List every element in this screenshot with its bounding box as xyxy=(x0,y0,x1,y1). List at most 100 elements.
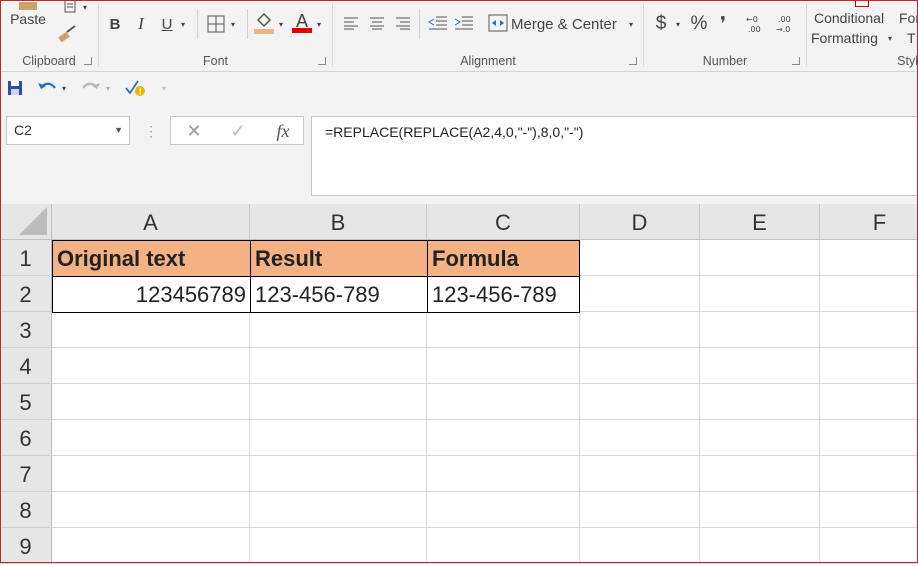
row-header-6[interactable]: 6 xyxy=(0,420,52,456)
decrease-indent-icon[interactable] xyxy=(427,13,449,33)
column-header-b[interactable]: B xyxy=(250,204,427,240)
customize-qat-icon[interactable]: ▾ xyxy=(158,78,170,98)
empty-cell[interactable] xyxy=(427,492,580,528)
empty-cell[interactable] xyxy=(250,492,427,528)
currency-button[interactable]: $ xyxy=(652,11,670,37)
cell-c2[interactable]: 123-456-789 xyxy=(427,276,580,313)
empty-cell[interactable] xyxy=(580,240,700,276)
italic-button[interactable]: I xyxy=(131,12,151,36)
empty-cell[interactable] xyxy=(700,492,820,528)
cell-a2[interactable]: 123456789 xyxy=(52,276,251,313)
empty-cell[interactable] xyxy=(700,240,820,276)
empty-cell[interactable] xyxy=(580,384,700,420)
align-center-icon[interactable] xyxy=(367,13,387,33)
empty-cell[interactable] xyxy=(700,420,820,456)
column-header-e[interactable]: E xyxy=(700,204,820,240)
underline-dropdown-icon[interactable]: ▾ xyxy=(177,12,189,36)
alignment-launcher-icon[interactable] xyxy=(629,57,637,65)
row-header-1[interactable]: 1 xyxy=(0,240,52,276)
empty-cell[interactable] xyxy=(52,528,250,564)
empty-cell[interactable] xyxy=(700,456,820,492)
align-left-icon[interactable] xyxy=(341,13,361,33)
empty-cell[interactable] xyxy=(580,420,700,456)
empty-cell[interactable] xyxy=(580,276,700,312)
conditional-formatting-icon[interactable] xyxy=(855,0,869,7)
empty-cell[interactable] xyxy=(52,312,250,348)
cell-a1[interactable]: Original text xyxy=(52,240,251,277)
cell-b1[interactable]: Result xyxy=(250,240,428,277)
column-header-f[interactable]: F xyxy=(820,204,918,240)
clipboard-launcher-icon[interactable] xyxy=(84,57,92,65)
format-as-table-line1[interactable]: For xyxy=(899,8,918,28)
borders-dropdown-icon[interactable]: ▾ xyxy=(227,12,239,36)
number-launcher-icon[interactable] xyxy=(792,57,800,65)
empty-cell[interactable] xyxy=(820,492,918,528)
font-color-dropdown-icon[interactable]: ▾ xyxy=(313,12,325,36)
insert-function-button[interactable]: fx xyxy=(271,119,295,143)
empty-cell[interactable] xyxy=(427,384,580,420)
empty-cell[interactable] xyxy=(52,348,250,384)
fill-color-dropdown-icon[interactable]: ▾ xyxy=(275,12,287,36)
empty-cell[interactable] xyxy=(427,348,580,384)
empty-cell[interactable] xyxy=(700,528,820,564)
row-header-5[interactable]: 5 xyxy=(0,384,52,420)
borders-icon[interactable] xyxy=(205,13,227,35)
formula-input[interactable]: =REPLACE(REPLACE(A2,4,0,"-"),8,0,"-") xyxy=(311,116,918,196)
empty-cell[interactable] xyxy=(820,240,918,276)
conditional-formatting-dropdown-icon[interactable]: ▾ xyxy=(885,28,895,48)
empty-cell[interactable] xyxy=(580,348,700,384)
save-icon[interactable] xyxy=(5,79,25,97)
spelling-check-icon[interactable]: ! xyxy=(124,78,146,98)
empty-cell[interactable] xyxy=(250,456,427,492)
empty-cell[interactable] xyxy=(580,492,700,528)
empty-cell[interactable] xyxy=(250,420,427,456)
column-header-c[interactable]: C xyxy=(427,204,580,240)
copy-icon[interactable] xyxy=(60,0,80,14)
empty-cell[interactable] xyxy=(52,420,250,456)
format-as-table-line2[interactable]: T xyxy=(907,28,918,48)
undo-dropdown-icon[interactable]: ▾ xyxy=(58,78,70,98)
empty-cell[interactable] xyxy=(820,528,918,564)
conditional-formatting-line2[interactable]: Formatting xyxy=(809,28,885,48)
empty-cell[interactable] xyxy=(250,312,427,348)
comma-style-icon[interactable]: ❜ xyxy=(712,11,734,37)
redo-icon[interactable] xyxy=(80,78,102,98)
formula-bar-grip-icon[interactable]: ⋮ xyxy=(144,120,158,142)
name-box-dropdown-icon[interactable]: ▼ xyxy=(114,117,123,144)
empty-cell[interactable] xyxy=(700,276,820,312)
empty-cell[interactable] xyxy=(52,456,250,492)
empty-cell[interactable] xyxy=(820,384,918,420)
redo-dropdown-icon[interactable]: ▾ xyxy=(102,78,114,98)
column-header-a[interactable]: A xyxy=(52,204,250,240)
empty-cell[interactable] xyxy=(580,312,700,348)
name-box[interactable]: C2 ▼ xyxy=(6,116,130,145)
empty-cell[interactable] xyxy=(820,348,918,384)
empty-cell[interactable] xyxy=(820,312,918,348)
row-header-2[interactable]: 2 xyxy=(0,276,52,312)
row-header-3[interactable]: 3 xyxy=(0,312,52,348)
empty-cell[interactable] xyxy=(250,528,427,564)
empty-cell[interactable] xyxy=(427,312,580,348)
row-header-7[interactable]: 7 xyxy=(0,456,52,492)
format-painter-icon[interactable] xyxy=(56,24,78,42)
enter-icon[interactable]: ✓ xyxy=(227,119,249,143)
bold-button[interactable]: B xyxy=(105,12,125,36)
paste-button[interactable]: Paste xyxy=(8,10,48,28)
font-launcher-icon[interactable] xyxy=(318,57,326,65)
empty-cell[interactable] xyxy=(820,276,918,312)
fill-color-icon[interactable] xyxy=(253,10,275,36)
cell-c1[interactable]: Formula xyxy=(427,240,580,277)
decrease-decimal-icon[interactable]: .00 →.0 xyxy=(774,12,800,36)
empty-cell[interactable] xyxy=(700,384,820,420)
copy-dropdown-icon[interactable]: ▾ xyxy=(80,0,90,14)
align-right-icon[interactable] xyxy=(393,13,413,33)
empty-cell[interactable] xyxy=(700,348,820,384)
cancel-icon[interactable]: ✕ xyxy=(183,119,205,143)
empty-cell[interactable] xyxy=(700,312,820,348)
empty-cell[interactable] xyxy=(580,456,700,492)
row-header-4[interactable]: 4 xyxy=(0,348,52,384)
empty-cell[interactable] xyxy=(52,492,250,528)
increase-indent-icon[interactable] xyxy=(453,13,475,33)
empty-cell[interactable] xyxy=(820,456,918,492)
currency-dropdown-icon[interactable]: ▾ xyxy=(672,12,684,36)
